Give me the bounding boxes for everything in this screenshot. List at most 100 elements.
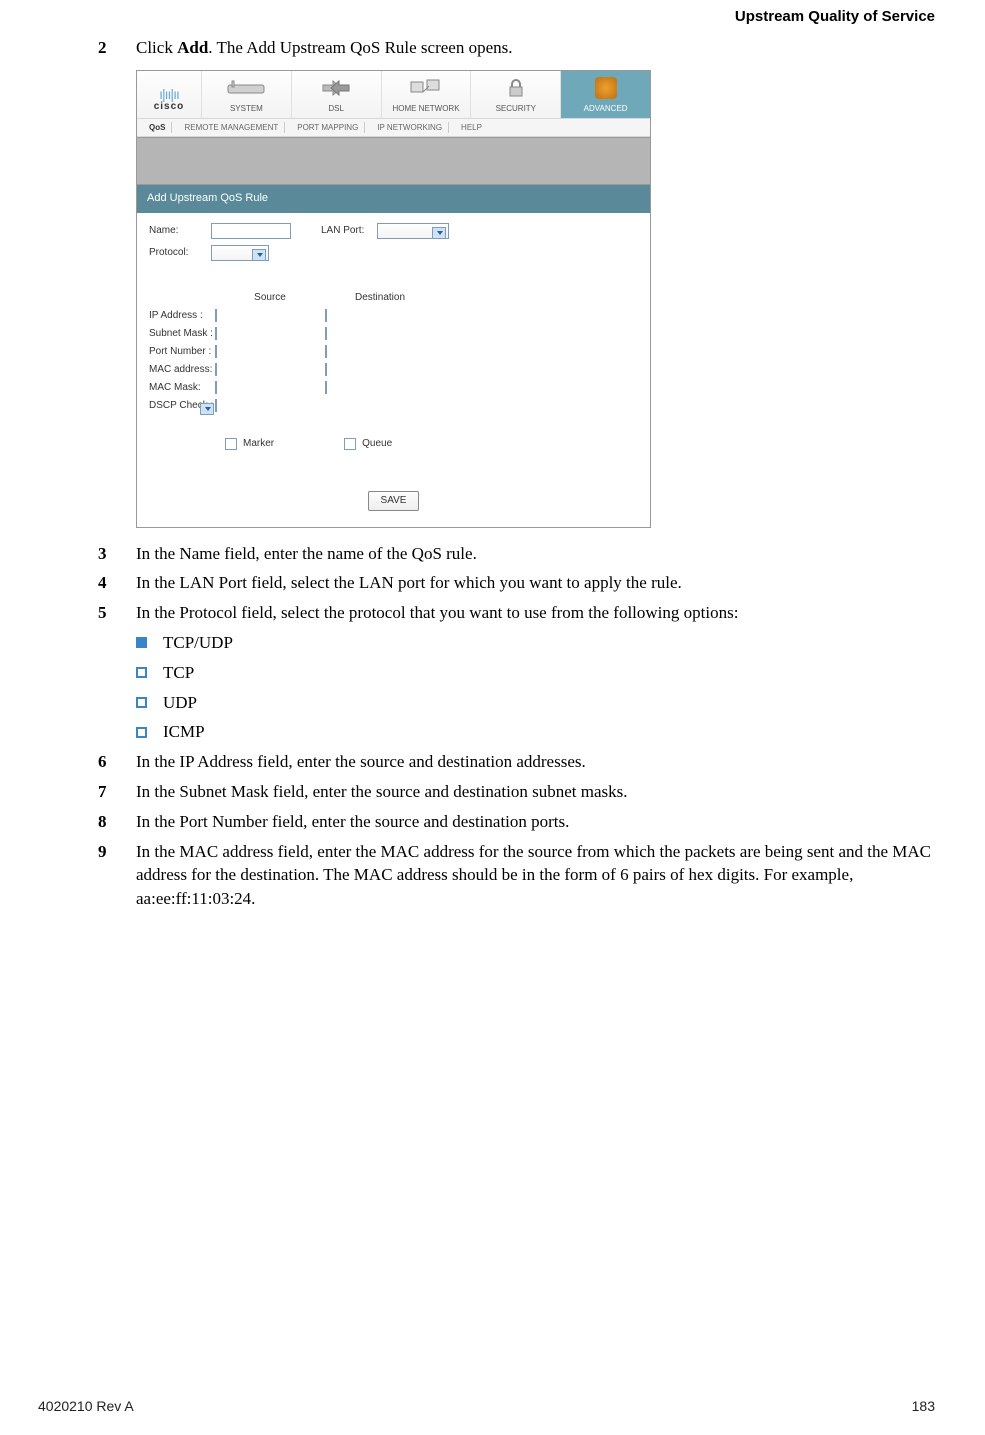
step-text: In the Protocol field, select the protoc…: [136, 601, 935, 625]
step-num: 3: [98, 542, 136, 566]
nav-security[interactable]: SECURITY: [470, 71, 560, 118]
label-ip: IP Address :: [149, 310, 215, 321]
step-num: 7: [98, 780, 136, 804]
step-num: 6: [98, 750, 136, 774]
grid-headers: Source Destination: [149, 291, 638, 305]
step-2-pre: Click: [136, 38, 177, 57]
mac-source-input[interactable]: [215, 363, 217, 376]
label-queue: Queue: [362, 437, 392, 451]
name-input[interactable]: [211, 223, 291, 239]
label-lan-port: LAN Port:: [321, 224, 377, 238]
lan-port-select[interactable]: [377, 223, 449, 239]
mac-dest-input[interactable]: [325, 363, 327, 376]
label-protocol: Protocol:: [149, 246, 211, 260]
marker-checkbox[interactable]: [225, 438, 237, 450]
row-macmask: MAC Mask:: [149, 381, 638, 395]
marker-checkbox-group: Marker: [225, 437, 274, 451]
nav-home-network[interactable]: HOME NETWORK: [381, 71, 471, 118]
nav-advanced[interactable]: ADVANCED: [560, 71, 650, 118]
step-text: Click Add. The Add Upstream QoS Rule scr…: [136, 36, 935, 60]
page-number: 183: [912, 1397, 935, 1417]
subnav-help[interactable]: HELP: [455, 122, 488, 133]
step-num: 2: [98, 36, 136, 60]
step-text: In the Name field, enter the name of the…: [136, 542, 935, 566]
save-button[interactable]: SAVE: [368, 491, 420, 511]
step-text: In the Port Number field, enter the sour…: [136, 810, 935, 834]
macmask-source-input[interactable]: [215, 381, 217, 394]
square-bullet-icon: [136, 697, 147, 708]
subnet-dest-input[interactable]: [325, 327, 327, 340]
nav-system-label: SYSTEM: [230, 104, 263, 113]
lock-icon: [473, 75, 558, 101]
step-text: In the Subnet Mask field, enter the sour…: [136, 780, 935, 804]
header-source: Source: [215, 291, 325, 305]
checkbox-row: Marker Queue: [149, 437, 638, 451]
bullet-tcp: TCP: [136, 661, 935, 685]
queue-checkbox[interactable]: [344, 438, 356, 450]
panel-title: Add Upstream QoS Rule: [137, 185, 650, 212]
page-footer: 4020210 Rev A 183: [38, 1397, 935, 1417]
step-text: In the MAC address field, enter the MAC …: [136, 840, 935, 911]
header-destination: Destination: [325, 291, 435, 305]
computers-icon: [384, 75, 469, 101]
step-2: 2 Click Add. The Add Upstream QoS Rule s…: [98, 36, 935, 60]
screenshot-container: ı|ıı|ıı cisco SYSTEM DSL: [136, 70, 935, 528]
step-7: 7 In the Subnet Mask field, enter the so…: [98, 780, 935, 804]
step-9: 9 In the MAC address field, enter the MA…: [98, 840, 935, 911]
nav-dsl[interactable]: DSL: [291, 71, 381, 118]
row-name-lanport: Name: LAN Port:: [149, 223, 638, 239]
sub-nav: QoS REMOTE MANAGEMENT PORT MAPPING IP NE…: [137, 119, 650, 137]
row-mac: MAC address:: [149, 363, 638, 377]
step-2-post: . The Add Upstream QoS Rule screen opens…: [208, 38, 512, 57]
protocol-list: TCP/UDP TCP UDP ICMP: [136, 631, 935, 744]
step-text: In the IP Address field, enter the sourc…: [136, 750, 935, 774]
label-mac: MAC address:: [149, 364, 215, 375]
step-6: 6 In the IP Address field, enter the sou…: [98, 750, 935, 774]
square-bullet-icon: [136, 727, 147, 738]
nav-system[interactable]: SYSTEM: [201, 71, 291, 118]
protocol-select[interactable]: [211, 245, 269, 261]
subnav-remote[interactable]: REMOTE MANAGEMENT: [178, 122, 285, 133]
subnav-qos[interactable]: QoS: [143, 122, 172, 133]
nav-home-label: HOME NETWORK: [392, 104, 459, 113]
step-num: 4: [98, 571, 136, 595]
step-3: 3 In the Name field, enter the name of t…: [98, 542, 935, 566]
label-subnet: Subnet Mask :: [149, 328, 215, 339]
gear-icon: [563, 75, 648, 101]
dscp-select[interactable]: [215, 399, 217, 412]
step-8: 8 In the Port Number field, enter the so…: [98, 810, 935, 834]
step-5: 5 In the Protocol field, select the prot…: [98, 601, 935, 625]
step-text: In the LAN Port field, select the LAN po…: [136, 571, 935, 595]
square-bullet-icon: [136, 667, 147, 678]
cisco-bars-icon: ı|ıı|ıı: [141, 89, 197, 100]
square-bullet-icon: [136, 637, 147, 648]
subnet-source-input[interactable]: [215, 327, 217, 340]
label-port: Port Number :: [149, 346, 215, 357]
step-num: 5: [98, 601, 136, 625]
nav-dsl-label: DSL: [328, 104, 344, 113]
proto-3: UDP: [163, 691, 197, 715]
nav-advanced-label: ADVANCED: [584, 104, 628, 113]
subnav-ip[interactable]: IP NETWORKING: [371, 122, 449, 133]
step-4: 4 In the LAN Port field, select the LAN …: [98, 571, 935, 595]
save-button-wrap: SAVE: [149, 491, 638, 511]
label-name: Name:: [149, 224, 211, 238]
port-source-input[interactable]: [215, 345, 217, 358]
row-port: Port Number :: [149, 345, 638, 359]
proto-1: TCP/UDP: [163, 631, 233, 655]
proto-4: ICMP: [163, 720, 205, 744]
macmask-dest-input[interactable]: [325, 381, 327, 394]
page-header: Upstream Quality of Service: [735, 6, 935, 27]
step-2-bold: Add: [177, 38, 208, 57]
subnav-port[interactable]: PORT MAPPING: [291, 122, 365, 133]
content-area: 2 Click Add. The Add Upstream QoS Rule s…: [98, 36, 935, 917]
gray-separator: [137, 137, 650, 185]
step-num: 8: [98, 810, 136, 834]
ip-dest-input[interactable]: [325, 309, 327, 322]
port-dest-input[interactable]: [325, 345, 327, 358]
ip-source-input[interactable]: [215, 309, 217, 322]
doc-id: 4020210 Rev A: [38, 1397, 134, 1417]
form-area: Name: LAN Port: Protocol: Source Destina…: [137, 213, 650, 527]
step-num: 9: [98, 840, 136, 911]
nav-security-label: SECURITY: [496, 104, 536, 113]
